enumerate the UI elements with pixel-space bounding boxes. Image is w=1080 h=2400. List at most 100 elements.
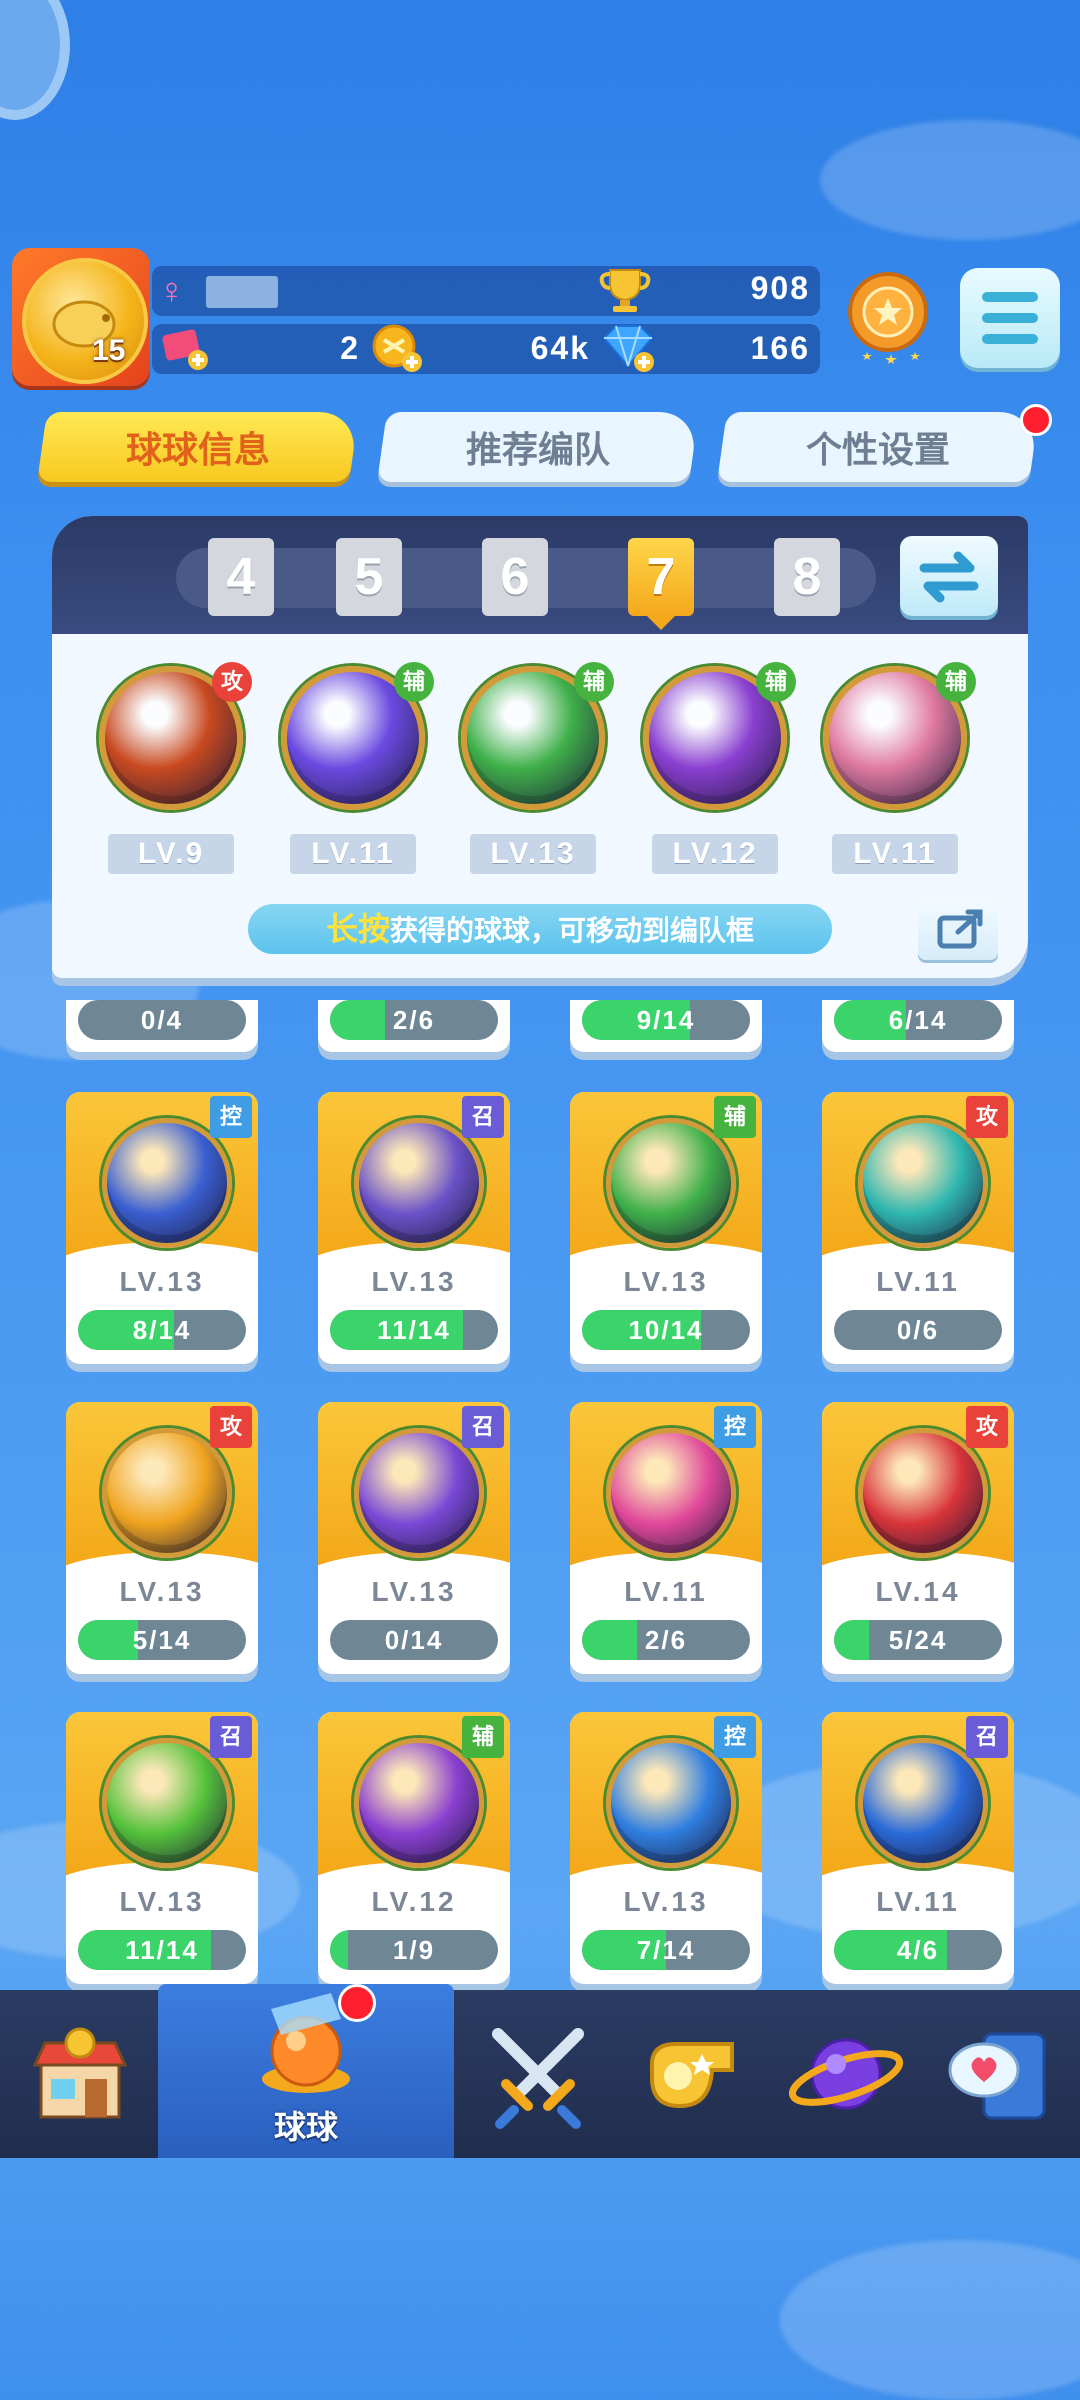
ball-level: LV.11: [876, 1886, 960, 1917]
slot-level: LV.9: [108, 834, 234, 874]
ball-level: LV.12: [371, 1886, 457, 1917]
menu-button[interactable]: [960, 268, 1060, 368]
gem-plus-icon[interactable]: [598, 322, 658, 374]
progress-text: 7/14: [636, 1935, 696, 1965]
ball-card[interactable]: 召 LV.11 4/6: [822, 1712, 1014, 1984]
chat-heart-icon: [948, 2032, 1046, 2120]
tab-personal-settings[interactable]: 个性设置: [717, 412, 1039, 482]
ball-card[interactable]: 攻 LV.11 0/6: [822, 1092, 1014, 1364]
ball-card[interactable]: 攻 LV.13 5/14: [66, 1402, 258, 1674]
whistle-icon: [650, 2042, 734, 2109]
ball-card[interactable]: 辅 LV.13 10/14: [570, 1092, 762, 1364]
progress-text: 4/6: [896, 1935, 940, 1965]
piggy-bank-icon: [52, 300, 116, 348]
female-icon: ♀: [158, 270, 185, 311]
type-tag: 辅: [462, 1716, 504, 1758]
nav-shop[interactable]: [2, 1990, 158, 2158]
ticket-plus-icon[interactable]: [160, 326, 210, 370]
progress-text: 2/6: [392, 1005, 436, 1035]
progress-text: 0/4: [140, 1005, 184, 1035]
tab-recommended-team[interactable]: 推荐编队: [377, 412, 699, 482]
type-tag: 召: [966, 1716, 1008, 1758]
coin-plus-icon[interactable]: [370, 322, 426, 376]
share-button[interactable]: [918, 896, 998, 960]
progress-bar: 0/14: [330, 1620, 498, 1660]
ball-card[interactable]: 召 LV.13 11/14: [66, 1712, 258, 1984]
ball-card[interactable]: 召 LV.13 11/14: [318, 1092, 510, 1364]
type-tag: 召: [210, 1716, 252, 1758]
ball-level: LV.13: [623, 1266, 709, 1297]
ball-card[interactable]: 控 LV.13 8/14: [66, 1092, 258, 1364]
team-number-5[interactable]: 5: [336, 538, 402, 616]
coin-count: 64k: [530, 330, 590, 366]
selected-pointer-icon: [647, 616, 675, 630]
team-number-bar: 4 5 6 7 8: [52, 516, 1028, 634]
ball-level: LV.13: [119, 1576, 205, 1607]
team-slot[interactable]: 辅 LV.11: [278, 662, 434, 874]
ball-level: LV.11: [624, 1576, 708, 1607]
type-tag: 攻: [966, 1406, 1008, 1448]
progress-bar: 10/14: [582, 1310, 750, 1350]
ball-card[interactable]: 控 LV.11 2/6: [570, 1402, 762, 1674]
ball-card[interactable]: 控 LV.13 7/14: [570, 1712, 762, 1984]
type-tag: 召: [462, 1096, 504, 1138]
team-number-8[interactable]: 8: [774, 538, 840, 616]
type-tag: 攻: [212, 662, 252, 702]
progress-bar: 11/14: [78, 1930, 246, 1970]
team-slot[interactable]: 辅 LV.13: [458, 662, 614, 874]
shop-icon: [32, 2027, 128, 2119]
progress-text: 8/14: [132, 1315, 192, 1345]
progress-text: 9/14: [636, 1005, 696, 1035]
progress-bar: 4/6: [834, 1930, 1002, 1970]
type-tag: 辅: [394, 662, 434, 702]
team-number-4[interactable]: 4: [208, 538, 274, 616]
nav-battle[interactable]: [460, 1990, 616, 2158]
ball-card[interactable]: 辅 LV.12 1/9: [318, 1712, 510, 1984]
ball-card-partial[interactable]: 9/14: [570, 1000, 762, 1052]
swap-team-button[interactable]: [900, 536, 998, 616]
trophy-icon: [599, 269, 651, 312]
ball-card-partial[interactable]: 2/6: [318, 1000, 510, 1052]
nav-planet[interactable]: [768, 1990, 924, 2158]
tab-ball-info[interactable]: 球球信息: [37, 412, 359, 482]
ball-card-partial[interactable]: 6/14: [822, 1000, 1014, 1052]
team-number-7[interactable]: 7: [628, 538, 694, 616]
corner-profile-icon[interactable]: [0, 0, 70, 120]
ball-level: LV.13: [623, 1886, 709, 1917]
progress-text: 0/6: [896, 1315, 940, 1345]
team-slot[interactable]: 辅 LV.11: [820, 662, 976, 874]
nav-coach[interactable]: [614, 1990, 770, 2158]
progress-text: 10/14: [628, 1315, 704, 1345]
progress-bar: 7/14: [582, 1930, 750, 1970]
type-tag: 辅: [756, 662, 796, 702]
slot-level: LV.11: [832, 834, 958, 874]
bottom-nav: 球球: [0, 1984, 1080, 2158]
progress-bar: 2/6: [582, 1620, 750, 1660]
menu-icon: [982, 292, 1038, 302]
slot-level: LV.13: [470, 834, 596, 874]
team-slot[interactable]: 辅 LV.12: [640, 662, 796, 874]
type-tag: 控: [714, 1716, 756, 1758]
avatar[interactable]: [22, 258, 148, 384]
ball-card-partial[interactable]: 0/4: [66, 1000, 258, 1052]
ball-card[interactable]: 攻 LV.14 5/24: [822, 1402, 1014, 1674]
planet-icon: [788, 2038, 904, 2110]
ball-level: LV.13: [119, 1266, 205, 1297]
notification-dot: [1020, 404, 1052, 436]
type-tag: 召: [462, 1406, 504, 1448]
player-name-blurred: [206, 276, 278, 308]
progress-text: 11/14: [125, 1935, 199, 1965]
type-tag: 控: [210, 1096, 252, 1138]
rank-badge-icon[interactable]: [842, 268, 934, 372]
share-icon: [937, 909, 983, 949]
team-slot[interactable]: 攻 LV.9: [96, 662, 252, 874]
ball-card[interactable]: 召 LV.13 0/14: [318, 1402, 510, 1674]
ball-level: LV.11: [876, 1266, 960, 1297]
type-tag: 攻: [966, 1096, 1008, 1138]
progress-bar: 8/14: [78, 1310, 246, 1350]
progress-bar: 5/14: [78, 1620, 246, 1660]
team-number-6[interactable]: 6: [482, 538, 548, 616]
nav-social[interactable]: [922, 1990, 1078, 2158]
gem-count: 166: [750, 330, 810, 366]
ball-level: LV.14: [875, 1576, 961, 1607]
